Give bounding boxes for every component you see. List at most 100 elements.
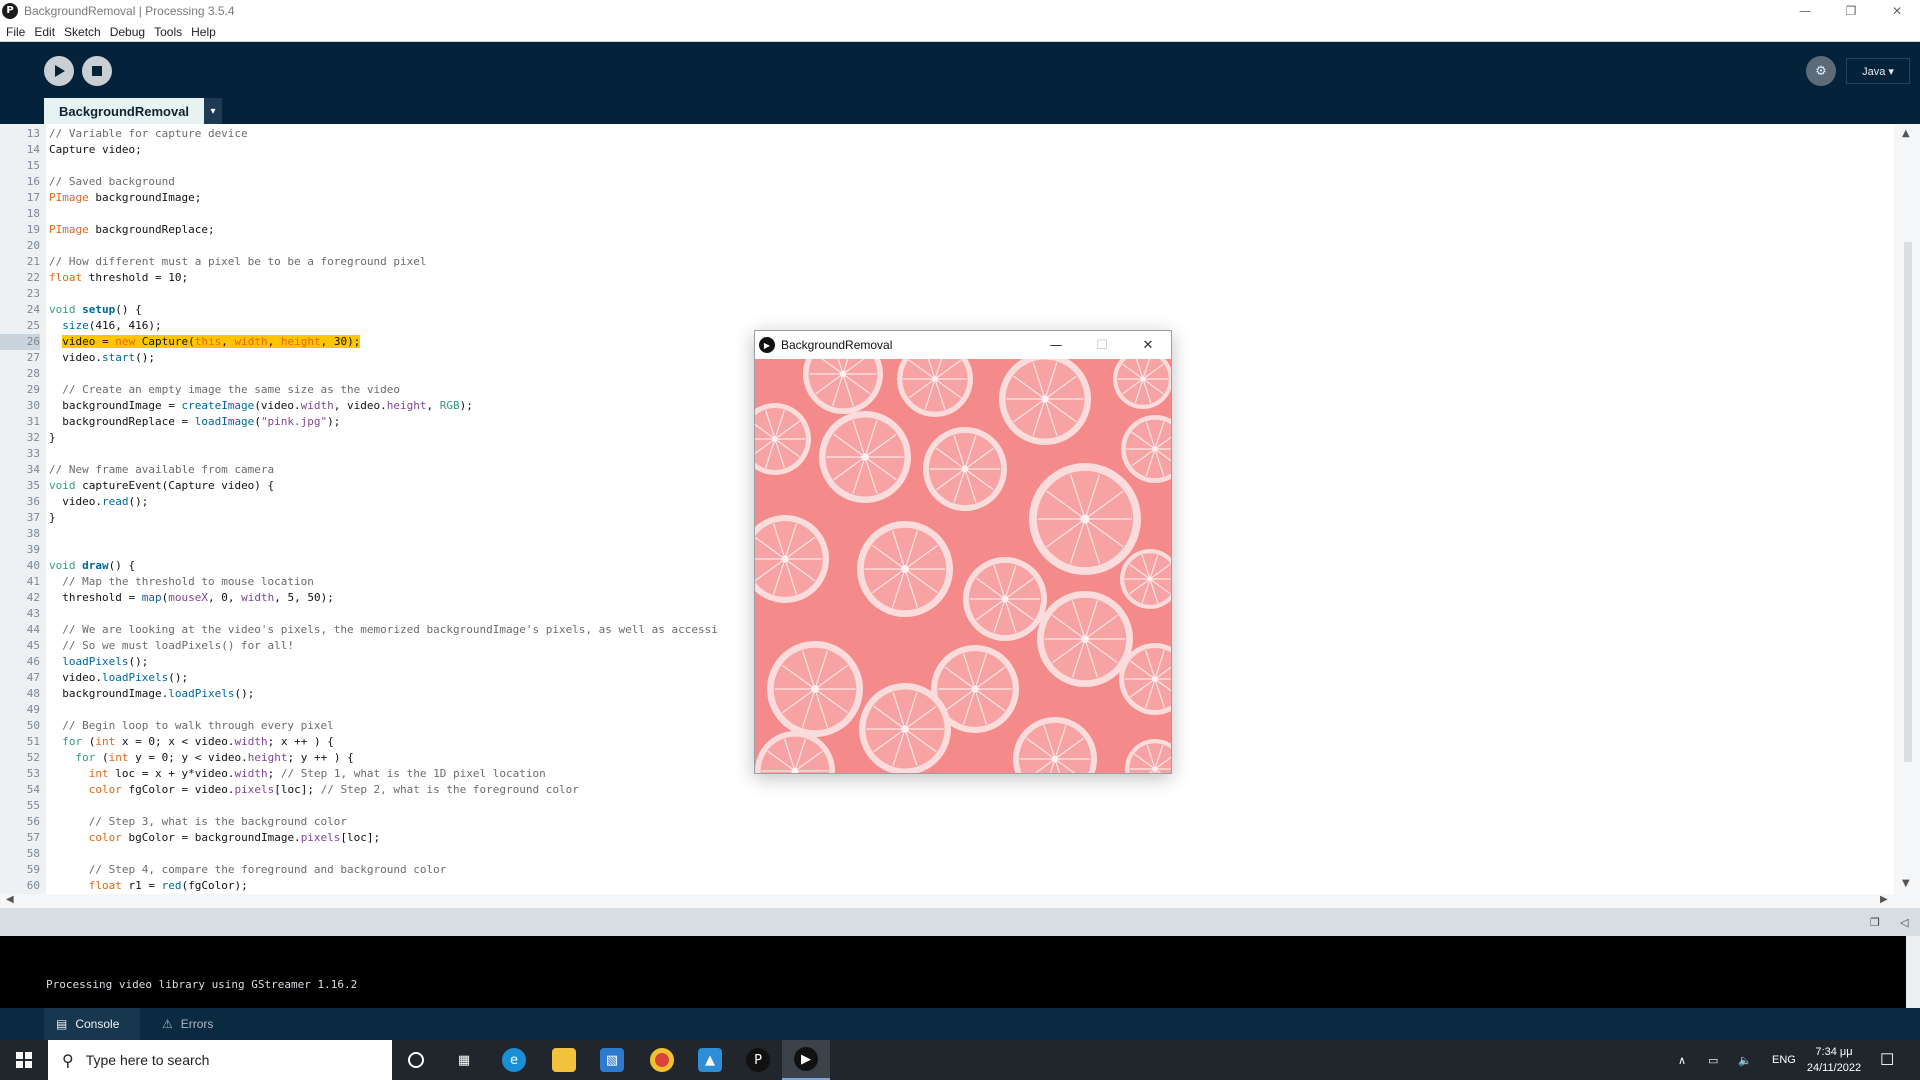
copy-icon[interactable]: ❐ — [1870, 916, 1880, 929]
sketch-taskbar-button[interactable]: ▶ — [782, 1040, 830, 1080]
sketch-minimize-button[interactable]: — — [1033, 331, 1079, 359]
code-line[interactable]: 19 PImage backgroundReplace; — [0, 222, 1890, 238]
debug-button[interactable]: ⚙ — [1806, 56, 1836, 86]
file-explorer-button[interactable] — [540, 1040, 588, 1080]
volume-muted-icon[interactable]: 🔈 — [1738, 1040, 1752, 1080]
vertical-scrollbar[interactable]: ▲ ▼ — [1894, 124, 1920, 894]
console-scrollbar[interactable] — [1906, 936, 1920, 1008]
code-text[interactable]: void captureEvent(Capture video) { — [40, 478, 274, 494]
code-text[interactable]: // Variable for capture device — [40, 126, 248, 142]
code-line[interactable]: 13// Variable for capture device — [0, 126, 1890, 142]
tab-backgroundremoval[interactable]: BackgroundRemoval — [44, 98, 204, 124]
task-view-button[interactable]: ▦ — [440, 1040, 488, 1080]
code-line[interactable]: 57 color bgColor = backgroundImage.pixel… — [0, 830, 1890, 846]
store-button[interactable]: ▧ — [588, 1040, 636, 1080]
code-line[interactable]: 14 Capture video; — [0, 142, 1890, 158]
tab-errors[interactable]: ⚠ Errors — [150, 1008, 230, 1040]
code-line[interactable]: 59 // Step 4, compare the foreground and… — [0, 862, 1890, 878]
code-line[interactable]: 21// How different must a pixel be to be… — [0, 254, 1890, 270]
code-text[interactable]: } — [40, 510, 56, 526]
code-text[interactable]: video = new Capture(this, width, height,… — [40, 334, 361, 350]
horizontal-scrollbar[interactable]: ◀ ▶ — [0, 894, 1920, 908]
clock[interactable]: 7:34 μμ 24/11/2022 — [1796, 1044, 1872, 1078]
tab-menu-button[interactable]: ▾ — [204, 98, 222, 124]
mode-selector[interactable]: Java ▾ — [1846, 58, 1910, 84]
code-text[interactable]: loadPixels(); — [40, 654, 148, 670]
code-line[interactable]: 60 float r1 = red(fgColor); — [0, 878, 1890, 894]
code-text[interactable]: threshold = map(mouseX, 0, width, 5, 50)… — [40, 590, 334, 606]
code-text[interactable]: // Step 4, compare the foreground and ba… — [40, 862, 447, 878]
code-text[interactable]: // So we must loadPixels() for all! — [40, 638, 294, 654]
code-text[interactable]: for (int x = 0; x < video.width; x ++ ) … — [40, 734, 334, 750]
notifications-icon[interactable]: ☐ — [1880, 1040, 1894, 1080]
scroll-down-icon[interactable]: ▼ — [1902, 878, 1910, 889]
menu-tools[interactable]: Tools — [154, 25, 182, 39]
code-line[interactable]: 15 — [0, 158, 1890, 174]
scroll-left-icon[interactable]: ◀ — [6, 894, 14, 905]
code-text[interactable]: video.read(); — [40, 494, 148, 510]
scrollbar-thumb[interactable] — [1904, 242, 1912, 762]
menu-file[interactable]: File — [6, 25, 25, 39]
code-text[interactable]: // We are looking at the video's pixels,… — [40, 622, 718, 638]
start-button[interactable] — [0, 1040, 48, 1080]
code-text[interactable]: // Map the threshold to mouse location — [40, 574, 314, 590]
code-line[interactable]: 16// Saved background — [0, 174, 1890, 190]
edge-button[interactable]: e — [490, 1040, 538, 1080]
close-button[interactable]: ✕ — [1874, 0, 1920, 22]
code-line[interactable]: 54 color fgColor = video.pixels[loc]; //… — [0, 782, 1890, 798]
code-line[interactable]: 22 float threshold = 10; — [0, 270, 1890, 286]
tab-console[interactable]: ▤ Console — [44, 1008, 140, 1040]
network-icon[interactable]: ▭ — [1708, 1040, 1718, 1080]
processing-button[interactable]: P — [734, 1040, 782, 1080]
code-text[interactable]: // How different must a pixel be to be a… — [40, 254, 427, 270]
menu-help[interactable]: Help — [191, 25, 216, 39]
show-hidden-icons[interactable]: ∧ — [1678, 1040, 1686, 1080]
code-line[interactable]: 17 PImage backgroundImage; — [0, 190, 1890, 206]
code-text[interactable]: PImage backgroundReplace; — [40, 222, 215, 238]
code-text[interactable]: void setup() { — [40, 302, 142, 318]
code-text[interactable]: backgroundImage = createImage(video.widt… — [40, 398, 473, 414]
sketch-maximize-button[interactable]: ☐ — [1079, 331, 1125, 359]
code-text[interactable]: void draw() { — [40, 558, 135, 574]
code-text[interactable]: PImage backgroundImage; — [40, 190, 201, 206]
code-text[interactable]: // Step 3, what is the background color — [40, 814, 347, 830]
scroll-up-icon[interactable]: ▲ — [1902, 128, 1910, 139]
code-text[interactable]: int loc = x + y*video.width; // Step 1, … — [40, 766, 546, 782]
sketch-window[interactable]: ▶ BackgroundRemoval — ☐ ✕ — [754, 330, 1172, 774]
menu-edit[interactable]: Edit — [34, 25, 55, 39]
menu-sketch[interactable]: Sketch — [64, 25, 101, 39]
code-text[interactable]: video.start(); — [40, 350, 155, 366]
scroll-right-icon[interactable]: ▶ — [1880, 894, 1888, 905]
code-text[interactable]: size(416, 416); — [40, 318, 161, 334]
code-text[interactable]: } — [40, 430, 56, 446]
code-text[interactable]: color fgColor = video.pixels[loc]; // St… — [40, 782, 579, 798]
code-line[interactable]: 55 — [0, 798, 1890, 814]
code-text[interactable]: float threshold = 10; — [40, 270, 188, 286]
stop-button[interactable] — [82, 56, 112, 86]
code-text[interactable]: backgroundReplace = loadImage("pink.jpg"… — [40, 414, 340, 430]
chrome-button[interactable] — [638, 1040, 686, 1080]
code-text[interactable]: for (int y = 0; y < video.height; y ++ )… — [40, 750, 354, 766]
sketch-canvas[interactable] — [755, 359, 1171, 773]
language-indicator[interactable]: ENG — [1772, 1040, 1796, 1080]
code-text[interactable]: video.loadPixels(); — [40, 670, 188, 686]
code-line[interactable]: 56 // Step 3, what is the background col… — [0, 814, 1890, 830]
code-text[interactable]: // Saved background — [40, 174, 175, 190]
code-text[interactable]: color bgColor = backgroundImage.pixels[l… — [40, 830, 380, 846]
code-text[interactable]: Capture video; — [40, 142, 142, 158]
sketch-title-bar[interactable]: ▶ BackgroundRemoval — ☐ ✕ — [755, 331, 1171, 359]
minimize-button[interactable]: — — [1782, 0, 1828, 22]
run-button[interactable] — [44, 56, 74, 86]
code-line[interactable]: 23 — [0, 286, 1890, 302]
code-text[interactable]: backgroundImage.loadPixels(); — [40, 686, 254, 702]
search-input[interactable] — [85, 1052, 366, 1068]
cortana-button[interactable] — [392, 1040, 440, 1080]
photos-button[interactable]: ▲ — [686, 1040, 734, 1080]
code-line[interactable]: 18 — [0, 206, 1890, 222]
menu-debug[interactable]: Debug — [110, 25, 145, 39]
code-text[interactable]: // Create an empty image the same size a… — [40, 382, 400, 398]
code-line[interactable]: 24 void setup() { — [0, 302, 1890, 318]
taskbar-search[interactable]: ⚲ — [48, 1040, 392, 1080]
sketch-close-button[interactable]: ✕ — [1125, 331, 1171, 359]
code-text[interactable]: // Begin loop to walk through every pixe… — [40, 718, 334, 734]
